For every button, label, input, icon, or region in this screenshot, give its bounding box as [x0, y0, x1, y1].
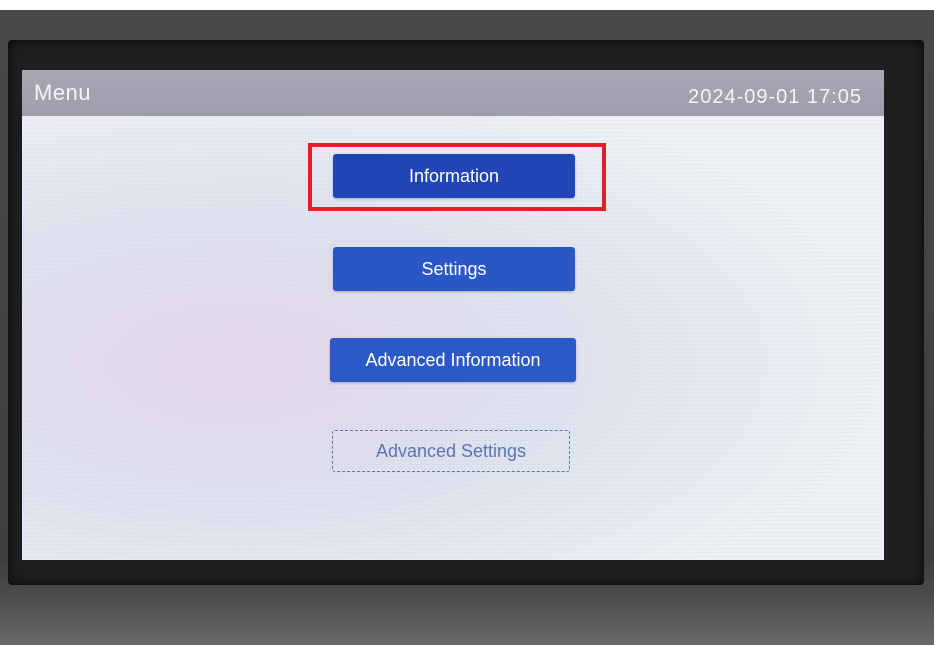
device-photo: Menu 2024-09-01 17:05 Information Settin…	[0, 0, 934, 645]
advanced-information-button[interactable]: Advanced Information	[330, 338, 576, 382]
information-button[interactable]: Information	[333, 154, 575, 198]
touch-screen: Menu 2024-09-01 17:05 Information Settin…	[22, 70, 884, 560]
settings-button[interactable]: Settings	[333, 247, 575, 291]
datetime-display: 2024-09-01 17:05	[688, 86, 862, 108]
title-bar: Menu 2024-09-01 17:05	[22, 70, 884, 116]
advanced-settings-button[interactable]: Advanced Settings	[332, 430, 570, 472]
page-title: Menu	[34, 80, 92, 105]
